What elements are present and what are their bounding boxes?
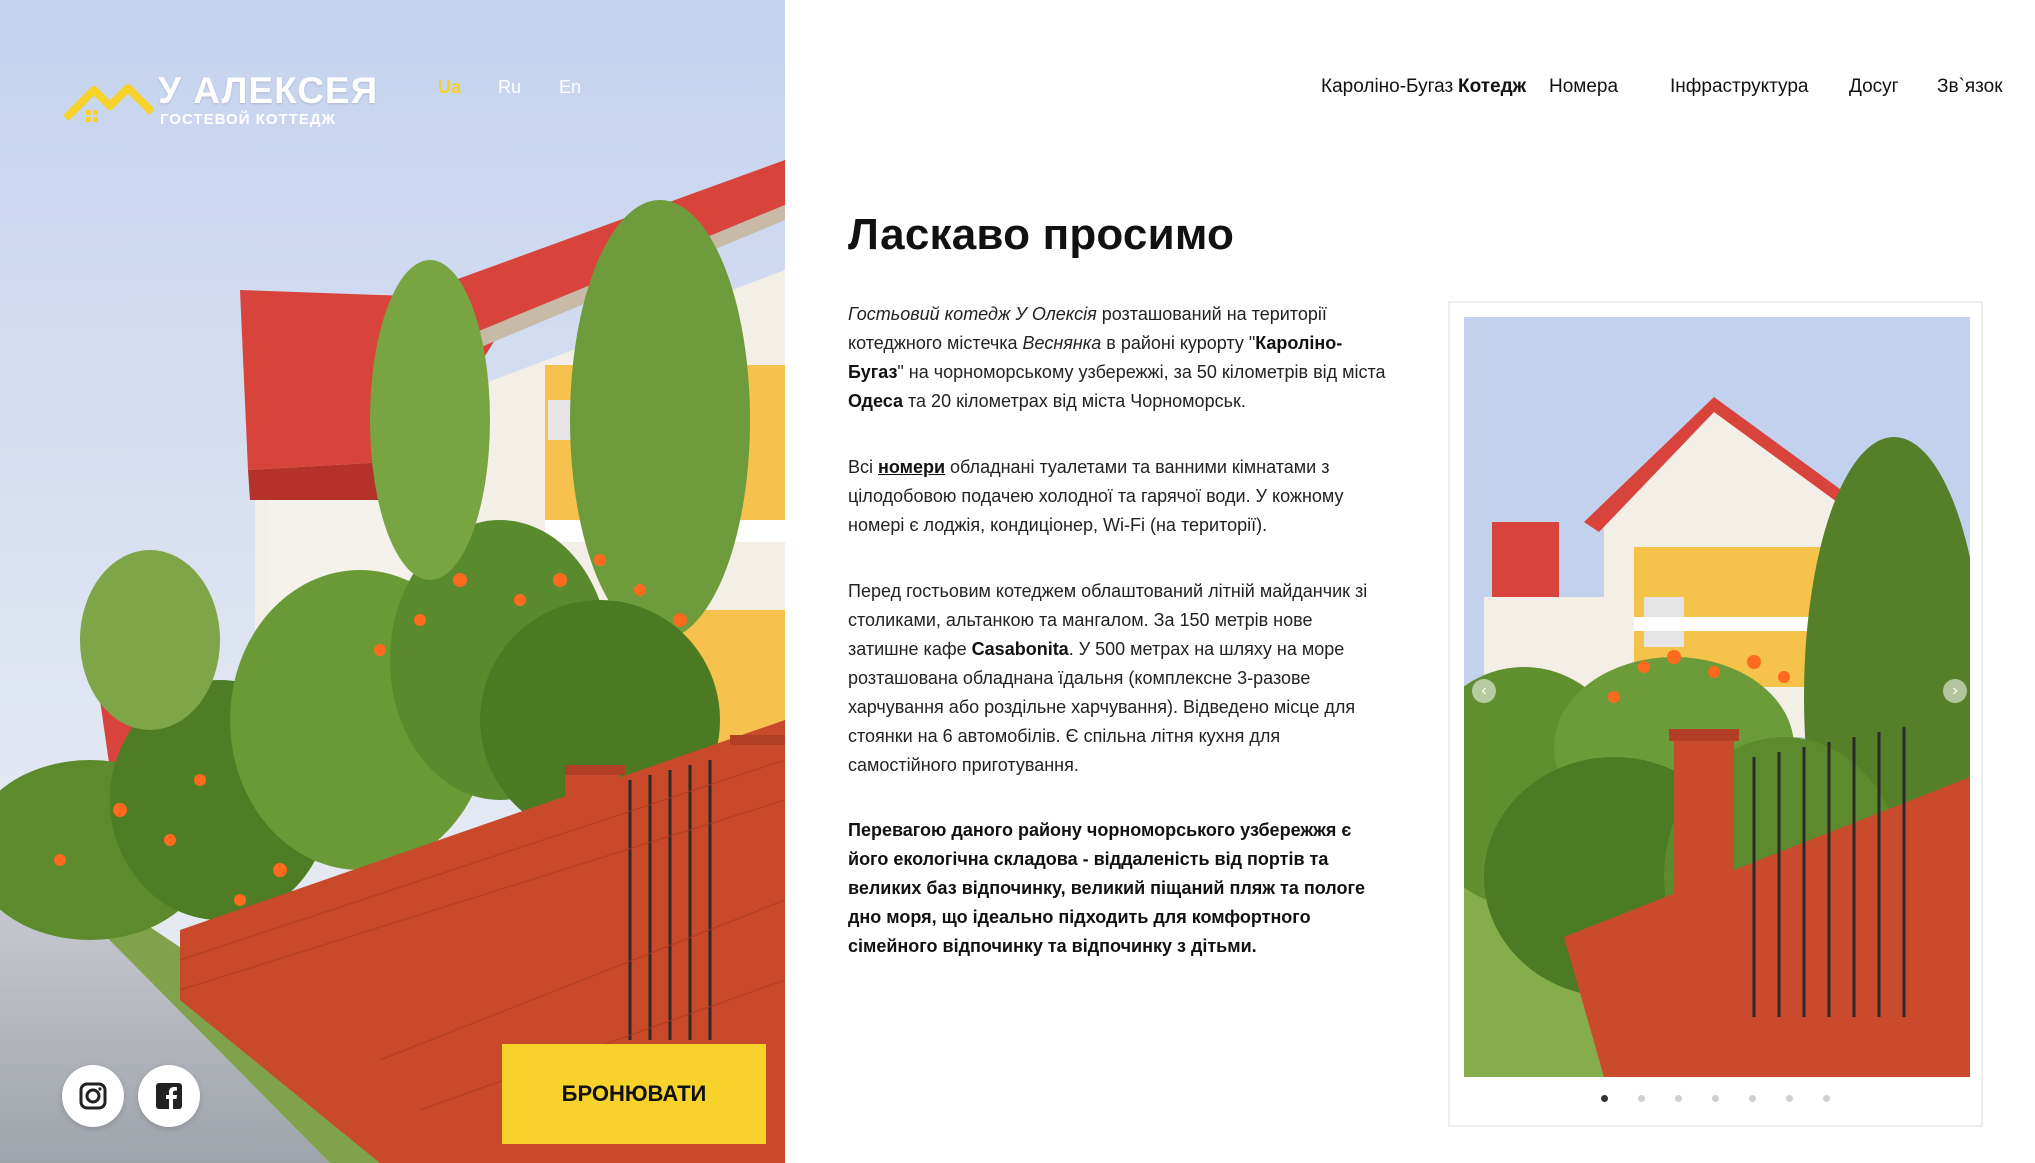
amenities-paragraph: Перед гостьовим котеджем облаштований лі…	[848, 577, 1388, 780]
hero-photo	[0, 0, 785, 1163]
lang-ua[interactable]: Ua	[438, 77, 462, 103]
nav-item-zvyazok[interactable]: Зв`язок	[1937, 76, 2003, 98]
rooms-link[interactable]: номери	[878, 457, 945, 477]
chevron-left-icon: ‹	[1481, 682, 1487, 699]
advantages-paragraph: Перевагою даного району чорноморського у…	[848, 820, 1365, 956]
photo-gallery: ‹ ›	[1448, 301, 1983, 1127]
gallery-photo[interactable]	[1464, 317, 1970, 1077]
nav-item-infrastruktura[interactable]: Інфраструктура	[1670, 76, 1808, 98]
nav-item-karolino-bugaz[interactable]: Кароліно-Бугаз	[1321, 76, 1453, 98]
house-logo-icon	[64, 84, 154, 122]
facebook-icon	[156, 1083, 182, 1109]
nav-item-nomera[interactable]: Номера	[1549, 76, 1618, 98]
gallery-dot-5[interactable]	[1749, 1095, 1756, 1102]
gallery-dot-4[interactable]	[1712, 1095, 1719, 1102]
gallery-pagination	[1450, 1095, 1981, 1109]
hero-panel: У АЛЕКСЕЯ ГОСТЕВОЙ КОТТЕДЖ Ua Ru En БРОН…	[0, 0, 785, 1163]
facebook-button[interactable]	[138, 1065, 200, 1127]
instagram-button[interactable]	[62, 1065, 124, 1127]
nav-item-kotedzh[interactable]: Котедж	[1458, 76, 1527, 101]
book-button[interactable]: БРОНЮВАТИ	[502, 1044, 766, 1144]
instagram-icon	[79, 1082, 107, 1110]
lang-ru[interactable]: Ru	[498, 77, 521, 98]
brand-title: У АЛЕКСЕЯ	[158, 70, 379, 111]
chevron-right-icon: ›	[1952, 682, 1958, 699]
amenities-text-2: . У 500 метрах на шляху на море розташов…	[848, 639, 1356, 775]
gallery-dot-1[interactable]	[1601, 1095, 1608, 1102]
gallery-dot-3[interactable]	[1675, 1095, 1682, 1102]
brand-subtitle: ГОСТЕВОЙ КОТТЕДЖ	[160, 111, 337, 128]
intro-text-2: в районі курорту "	[1101, 333, 1256, 353]
intro-paragraph: Гостьовий котедж У Олексія розташований …	[848, 300, 1388, 416]
gallery-dot-7[interactable]	[1823, 1095, 1830, 1102]
main-nav: Кароліно-Бугаз Котедж Номера Інфраструкт…	[785, 76, 2035, 106]
gallery-dot-6[interactable]	[1786, 1095, 1793, 1102]
intro-italic-town: Веснянка	[1022, 333, 1102, 353]
intro-text-4: та 20 кілометрах від міста Чорноморськ.	[903, 391, 1246, 411]
amenities-bold-cafe: Casabonita	[971, 639, 1069, 659]
nav-item-dosug[interactable]: Досуг	[1849, 76, 1899, 98]
gallery-next-button[interactable]: ›	[1943, 679, 1967, 703]
lang-en[interactable]: En	[559, 77, 581, 98]
rooms-paragraph: Всі номери обладнані туалетами та ванним…	[848, 453, 1388, 540]
gallery-prev-button[interactable]: ‹	[1472, 679, 1496, 703]
gallery-image	[1464, 317, 1970, 1077]
brand-logo[interactable]: У АЛЕКСЕЯ ГОСТЕВОЙ КОТТЕДЖ	[64, 70, 384, 130]
intro-text-3: " на чорноморському узбережжі, за 50 кіл…	[897, 362, 1386, 382]
rooms-text-1: Всі	[848, 457, 879, 477]
gallery-dot-2[interactable]	[1638, 1095, 1645, 1102]
intro-bold-city: Одеса	[848, 391, 903, 411]
page-title: Ласкаво просимо	[848, 210, 1235, 259]
intro-italic-name: Гостьовий котедж У Олексія	[848, 304, 1097, 324]
